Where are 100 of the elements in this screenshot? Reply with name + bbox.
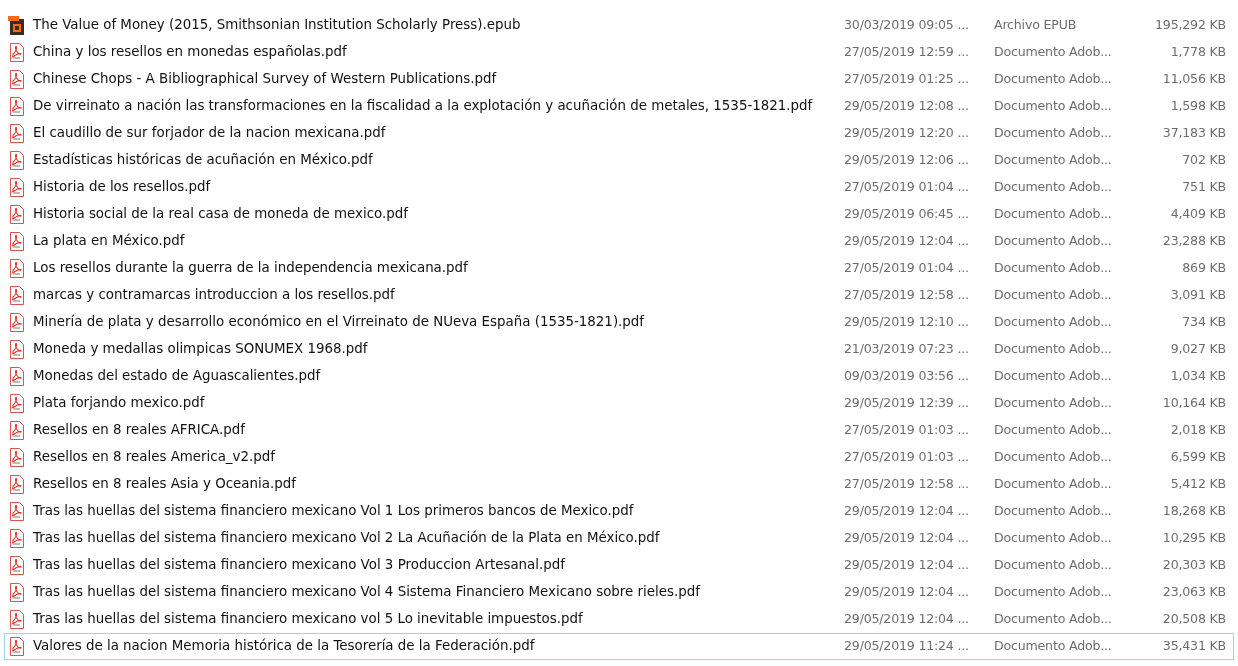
pdf-file-icon xyxy=(8,394,25,413)
date-modified: 29/05/2019 12:04 ... xyxy=(844,583,970,602)
date-modified: 29/05/2019 11:24 ... xyxy=(844,637,970,656)
file-name[interactable]: Resellos en 8 reales Asia y Oceania.pdf xyxy=(33,474,844,495)
file-name[interactable]: Monedas del estado de Aguascalientes.pdf xyxy=(33,366,844,387)
file-row[interactable]: Tras las huellas del sistema financiero mexicano Vol 2 La Acuñación de la Plata en México.pdf 29/05/2019 12:04 ... Documento Adob... 10,295 KB xyxy=(4,525,1234,552)
file-row[interactable]: Plata forjando mexico.pdf 29/05/2019 12:39 ... Documento Adob... 10,164 KB xyxy=(4,390,1234,417)
file-row[interactable]: Valores de la nacion Memoria histórica de la Tesorería de la Federación.pdf 29/05/2019 11:24 ... Documento Adob... 35,431 KB xyxy=(4,633,1234,660)
file-name[interactable]: Tras las huellas del sistema financiero mexicano Vol 3 Produccion Artesanal.pdf xyxy=(33,555,844,576)
date-modified: 29/05/2019 12:04 ... xyxy=(844,556,970,575)
file-type: Documento Adob... xyxy=(994,583,1113,602)
file-size: 1,598 KB xyxy=(1169,97,1226,116)
pdf-file-icon xyxy=(8,637,25,656)
file-type: Documento Adob... xyxy=(994,313,1113,332)
pdf-file-icon xyxy=(8,367,25,386)
date-modified: 29/05/2019 12:39 ... xyxy=(844,394,970,413)
file-name[interactable]: Minería de plata y desarrollo económico en el Virreinato de NUeva España (1535-1821).pdf xyxy=(33,312,844,333)
file-name[interactable]: Tras las huellas del sistema financiero mexicano vol 5 Lo inevitable impuestos.pdf xyxy=(33,609,844,630)
pdf-file-icon xyxy=(8,70,25,89)
file-name[interactable]: La plata en México.pdf xyxy=(33,231,844,252)
date-modified: 29/05/2019 12:08 ... xyxy=(844,97,970,116)
pdf-file-icon xyxy=(8,124,25,143)
file-name[interactable]: Resellos en 8 reales America_v2.pdf xyxy=(33,447,844,468)
date-modified: 27/05/2019 12:59 ... xyxy=(844,43,970,62)
file-name[interactable]: Resellos en 8 reales AFRICA.pdf xyxy=(33,420,844,441)
date-modified: 29/05/2019 12:06 ... xyxy=(844,151,970,170)
file-name[interactable]: Tras las huellas del sistema financiero mexicano Vol 1 Los primeros bancos de Mexico.pdf xyxy=(33,501,844,522)
file-size: 35,431 KB xyxy=(1161,637,1226,656)
pdf-file-icon xyxy=(8,448,25,467)
file-type: Documento Adob... xyxy=(994,124,1113,143)
date-modified: 27/05/2019 01:25 ... xyxy=(844,70,970,89)
file-type: Documento Adob... xyxy=(994,610,1113,629)
file-name[interactable]: El caudillo de sur forjador de la nacion mexicana.pdf xyxy=(33,123,844,144)
file-row[interactable]: De virreinato a nación las transformaciones en la fiscalidad a la explotación y acuñación de metales, 1535-1821.pdf 29/05/2019 12:08 ... Documento Adob... 1,598 KB xyxy=(4,93,1234,120)
file-size: 702 KB xyxy=(1181,151,1226,170)
date-modified: 27/05/2019 12:58 ... xyxy=(844,286,970,305)
file-row[interactable]: Minería de plata y desarrollo económico en el Virreinato de NUeva España (1535-1821).pdf 29/05/2019 12:10 ... Documento Adob... 734 KB xyxy=(4,309,1234,336)
file-size: 1,778 KB xyxy=(1169,43,1226,62)
date-modified: 21/03/2019 07:23 ... xyxy=(844,340,970,359)
file-row[interactable]: The Value of Money (2015, Smithsonian Institution Scholarly Press).epub 30/03/2019 09:05 ... Archivo EPUB 195,292 KB xyxy=(4,12,1234,39)
pdf-file-icon xyxy=(8,421,25,440)
file-row[interactable]: Moneda y medallas olimpicas SONUMEX 1968.pdf 21/03/2019 07:23 ... Documento Adob... 9,027 KB xyxy=(4,336,1234,363)
file-row[interactable]: Historia de los resellos.pdf 27/05/2019 01:04 ... Documento Adob... 751 KB xyxy=(4,174,1234,201)
file-row[interactable]: Monedas del estado de Aguascalientes.pdf 09/03/2019 03:56 ... Documento Adob... 1,034 KB xyxy=(4,363,1234,390)
file-row[interactable]: Los resellos durante la guerra de la independencia mexicana.pdf 27/05/2019 01:04 ... Documento Adob... 869 KB xyxy=(4,255,1234,282)
file-name[interactable]: The Value of Money (2015, Smithsonian Institution Scholarly Press).epub xyxy=(33,15,844,36)
file-row[interactable]: Resellos en 8 reales Asia y Oceania.pdf 27/05/2019 12:58 ... Documento Adob... 5,412 KB xyxy=(4,471,1234,498)
pdf-file-icon xyxy=(8,583,25,602)
file-row[interactable]: Chinese Chops - A Bibliographical Survey of Western Publications.pdf 27/05/2019 01:25 ... Documento Adob... 11,056 KB xyxy=(4,66,1234,93)
date-modified: 27/05/2019 01:03 ... xyxy=(844,448,970,467)
file-size: 9,027 KB xyxy=(1169,340,1226,359)
file-name[interactable]: China y los resellos en monedas españolas.pdf xyxy=(33,42,844,63)
file-name[interactable]: Historia social de la real casa de moneda de mexico.pdf xyxy=(33,204,844,225)
file-name[interactable]: Valores de la nacion Memoria histórica de la Tesorería de la Federación.pdf xyxy=(33,636,844,657)
file-type: Documento Adob... xyxy=(994,502,1113,521)
file-type: Documento Adob... xyxy=(994,475,1113,494)
date-modified: 27/05/2019 01:04 ... xyxy=(844,178,970,197)
date-modified: 29/05/2019 12:10 ... xyxy=(844,313,970,332)
file-size: 11,056 KB xyxy=(1161,70,1226,89)
date-modified: 29/05/2019 06:45 ... xyxy=(844,205,970,224)
file-row[interactable]: marcas y contramarcas introduccion a los resellos.pdf 27/05/2019 12:58 ... Documento Adob... 3,091 KB xyxy=(4,282,1234,309)
file-name[interactable]: Historia de los resellos.pdf xyxy=(33,177,844,198)
pdf-file-icon xyxy=(8,286,25,305)
file-row[interactable]: Tras las huellas del sistema financiero mexicano vol 5 Lo inevitable impuestos.pdf 29/05/2019 12:04 ... Documento Adob... 20,508 KB xyxy=(4,606,1234,633)
file-size: 23,288 KB xyxy=(1161,232,1226,251)
file-size: 20,303 KB xyxy=(1161,556,1226,575)
file-row[interactable]: El caudillo de sur forjador de la nacion mexicana.pdf 29/05/2019 12:20 ... Documento Adob... 37,183 KB xyxy=(4,120,1234,147)
file-type: Documento Adob... xyxy=(994,421,1113,440)
file-name[interactable]: De virreinato a nación las transformaciones en la fiscalidad a la explotación y acuñación de metales, 1535-1821.pdf xyxy=(33,96,844,117)
file-name[interactable]: Chinese Chops - A Bibliographical Survey of Western Publications.pdf xyxy=(33,69,844,90)
file-name[interactable]: marcas y contramarcas introduccion a los resellos.pdf xyxy=(33,285,844,306)
file-name[interactable]: Tras las huellas del sistema financiero mexicano Vol 2 La Acuñación de la Plata en México.pdf xyxy=(33,528,844,549)
file-row[interactable]: Tras las huellas del sistema financiero mexicano Vol 4 Sistema Financiero Mexicano sobre rieles.pdf 29/05/2019 12:04 ... Documento Adob... 23,063 KB xyxy=(4,579,1234,606)
date-modified: 27/05/2019 01:04 ... xyxy=(844,259,970,278)
pdf-file-icon xyxy=(8,340,25,359)
file-row[interactable]: Historia social de la real casa de moneda de mexico.pdf 29/05/2019 06:45 ... Documento Adob... 4,409 KB xyxy=(4,201,1234,228)
file-type: Documento Adob... xyxy=(994,178,1113,197)
file-type: Documento Adob... xyxy=(994,205,1113,224)
file-size: 195,292 KB xyxy=(1154,16,1226,35)
file-type: Documento Adob... xyxy=(994,70,1113,89)
file-size: 4,409 KB xyxy=(1169,205,1226,224)
file-row[interactable]: Resellos en 8 reales AFRICA.pdf 27/05/2019 01:03 ... Documento Adob... 2,018 KB xyxy=(4,417,1234,444)
file-name[interactable]: Plata forjando mexico.pdf xyxy=(33,393,844,414)
file-row[interactable]: Estadísticas históricas de acuñación en México.pdf 29/05/2019 12:06 ... Documento Adob... 702 KB xyxy=(4,147,1234,174)
pdf-file-icon xyxy=(8,232,25,251)
file-row[interactable]: Resellos en 8 reales America_v2.pdf 27/05/2019 01:03 ... Documento Adob... 6,599 KB xyxy=(4,444,1234,471)
file-type: Documento Adob... xyxy=(994,340,1113,359)
file-row[interactable]: Tras las huellas del sistema financiero mexicano Vol 3 Produccion Artesanal.pdf 29/05/2019 12:04 ... Documento Adob... 20,303 KB xyxy=(4,552,1234,579)
file-name[interactable]: Moneda y medallas olimpicas SONUMEX 1968.pdf xyxy=(33,339,844,360)
file-size: 18,268 KB xyxy=(1161,502,1226,521)
file-name[interactable]: Tras las huellas del sistema financiero mexicano Vol 4 Sistema Financiero Mexicano sobre rieles.pdf xyxy=(33,582,844,603)
file-row[interactable]: Tras las huellas del sistema financiero mexicano Vol 1 Los primeros bancos de Mexico.pdf 29/05/2019 12:04 ... Documento Adob... 18,268 KB xyxy=(4,498,1234,525)
file-row[interactable]: China y los resellos en monedas españolas.pdf 27/05/2019 12:59 ... Documento Adob... 1,778 KB xyxy=(4,39,1234,66)
file-name[interactable]: Los resellos durante la guerra de la independencia mexicana.pdf xyxy=(33,258,844,279)
file-row[interactable]: La plata en México.pdf 29/05/2019 12:04 ... Documento Adob... 23,288 KB xyxy=(4,228,1234,255)
pdf-file-icon xyxy=(8,502,25,521)
file-type: Documento Adob... xyxy=(994,151,1113,170)
file-name[interactable]: Estadísticas históricas de acuñación en México.pdf xyxy=(33,150,844,171)
file-size: 23,063 KB xyxy=(1161,583,1226,602)
pdf-file-icon xyxy=(8,259,25,278)
